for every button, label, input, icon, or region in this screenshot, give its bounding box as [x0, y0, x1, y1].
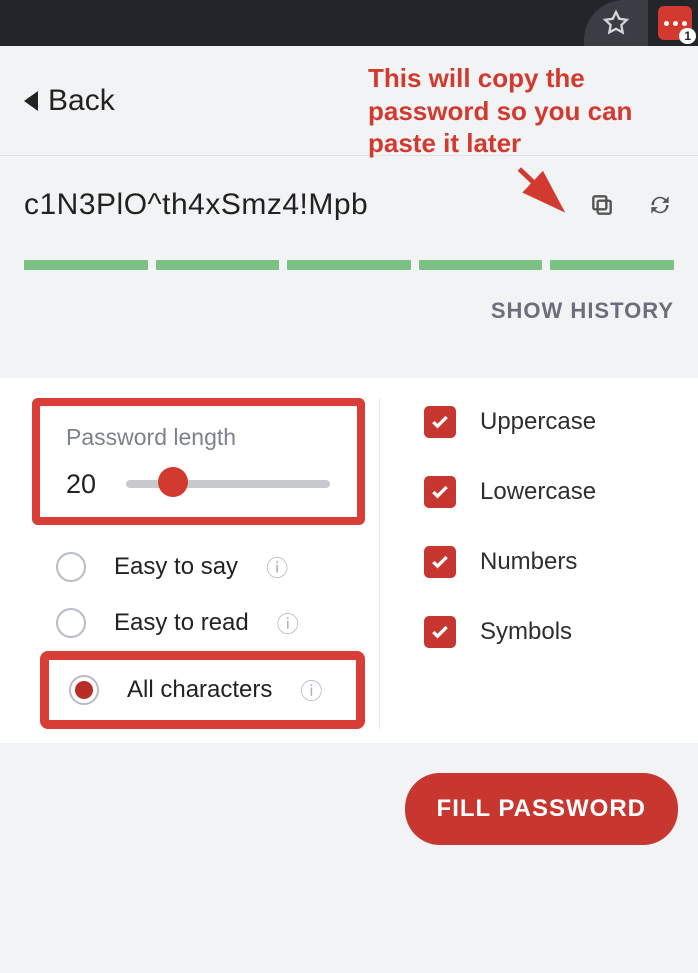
checkbox-icon: [424, 616, 456, 648]
generator-options: Password length 20 Easy to say ⓘ Easy to…: [0, 378, 698, 743]
check-label: Symbols: [480, 618, 572, 646]
extension-badge: 1: [679, 28, 696, 44]
check-label: Numbers: [480, 548, 577, 576]
info-icon[interactable]: ⓘ: [300, 674, 322, 706]
length-label: Password length: [66, 424, 345, 451]
length-value: 20: [66, 469, 106, 500]
radio-label: Easy to read: [114, 609, 249, 637]
refresh-icon: [647, 192, 673, 218]
copy-password-button[interactable]: [588, 191, 616, 219]
options-left-column: Password length 20 Easy to say ⓘ Easy to…: [0, 398, 380, 729]
radio-easy-to-read[interactable]: Easy to read ⓘ: [56, 607, 365, 639]
chevron-left-icon: [24, 91, 38, 111]
slider-thumb[interactable]: [158, 467, 188, 497]
checkbox-icon: [424, 476, 456, 508]
checkbox-icon: [424, 406, 456, 438]
length-slider[interactable]: [126, 477, 252, 491]
fill-password-button[interactable]: FILL PASSWORD: [405, 773, 678, 845]
show-history-button[interactable]: SHOW HISTORY: [24, 298, 674, 338]
back-button[interactable]: Back: [24, 84, 115, 118]
options-right-column: Uppercase Lowercase Numbers Symbols: [380, 398, 692, 729]
radio-icon: [56, 608, 86, 638]
annotation-highlight-allchars: All characters ⓘ: [40, 651, 365, 729]
star-icon: [602, 9, 630, 37]
password-display-area: c1N3PlO^th4xSmz4!Mpb SHOW HISTORY: [0, 156, 698, 354]
radio-icon: [69, 675, 99, 705]
check-symbols[interactable]: Symbols: [424, 616, 688, 648]
annotation-highlight-length: Password length 20: [32, 398, 365, 525]
radio-icon: [56, 552, 86, 582]
copy-icon: [589, 192, 615, 218]
annotation-copy-note: This will copy the password so you can p…: [368, 62, 632, 160]
extension-icon[interactable]: 1: [658, 6, 692, 40]
check-numbers[interactable]: Numbers: [424, 546, 688, 578]
radio-all-characters[interactable]: All characters ⓘ: [69, 674, 332, 706]
radio-label: All characters: [127, 676, 272, 704]
check-lowercase[interactable]: Lowercase: [424, 476, 688, 508]
generated-password: c1N3PlO^th4xSmz4!Mpb: [24, 188, 558, 222]
info-icon[interactable]: ⓘ: [266, 551, 288, 583]
header-row: Back This will copy the password so you …: [0, 46, 698, 156]
password-strength-meter: [24, 260, 674, 270]
regenerate-button[interactable]: [646, 191, 674, 219]
back-label: Back: [48, 84, 115, 118]
radio-easy-to-say[interactable]: Easy to say ⓘ: [56, 551, 365, 583]
radio-label: Easy to say: [114, 553, 238, 581]
check-uppercase[interactable]: Uppercase: [424, 406, 688, 438]
check-label: Uppercase: [480, 408, 596, 436]
browser-top-bar: 1: [0, 0, 698, 46]
info-icon[interactable]: ⓘ: [277, 607, 299, 639]
footer: FILL PASSWORD: [0, 743, 698, 973]
checkbox-icon: [424, 546, 456, 578]
bookmark-star-button[interactable]: [584, 0, 648, 46]
check-label: Lowercase: [480, 478, 596, 506]
